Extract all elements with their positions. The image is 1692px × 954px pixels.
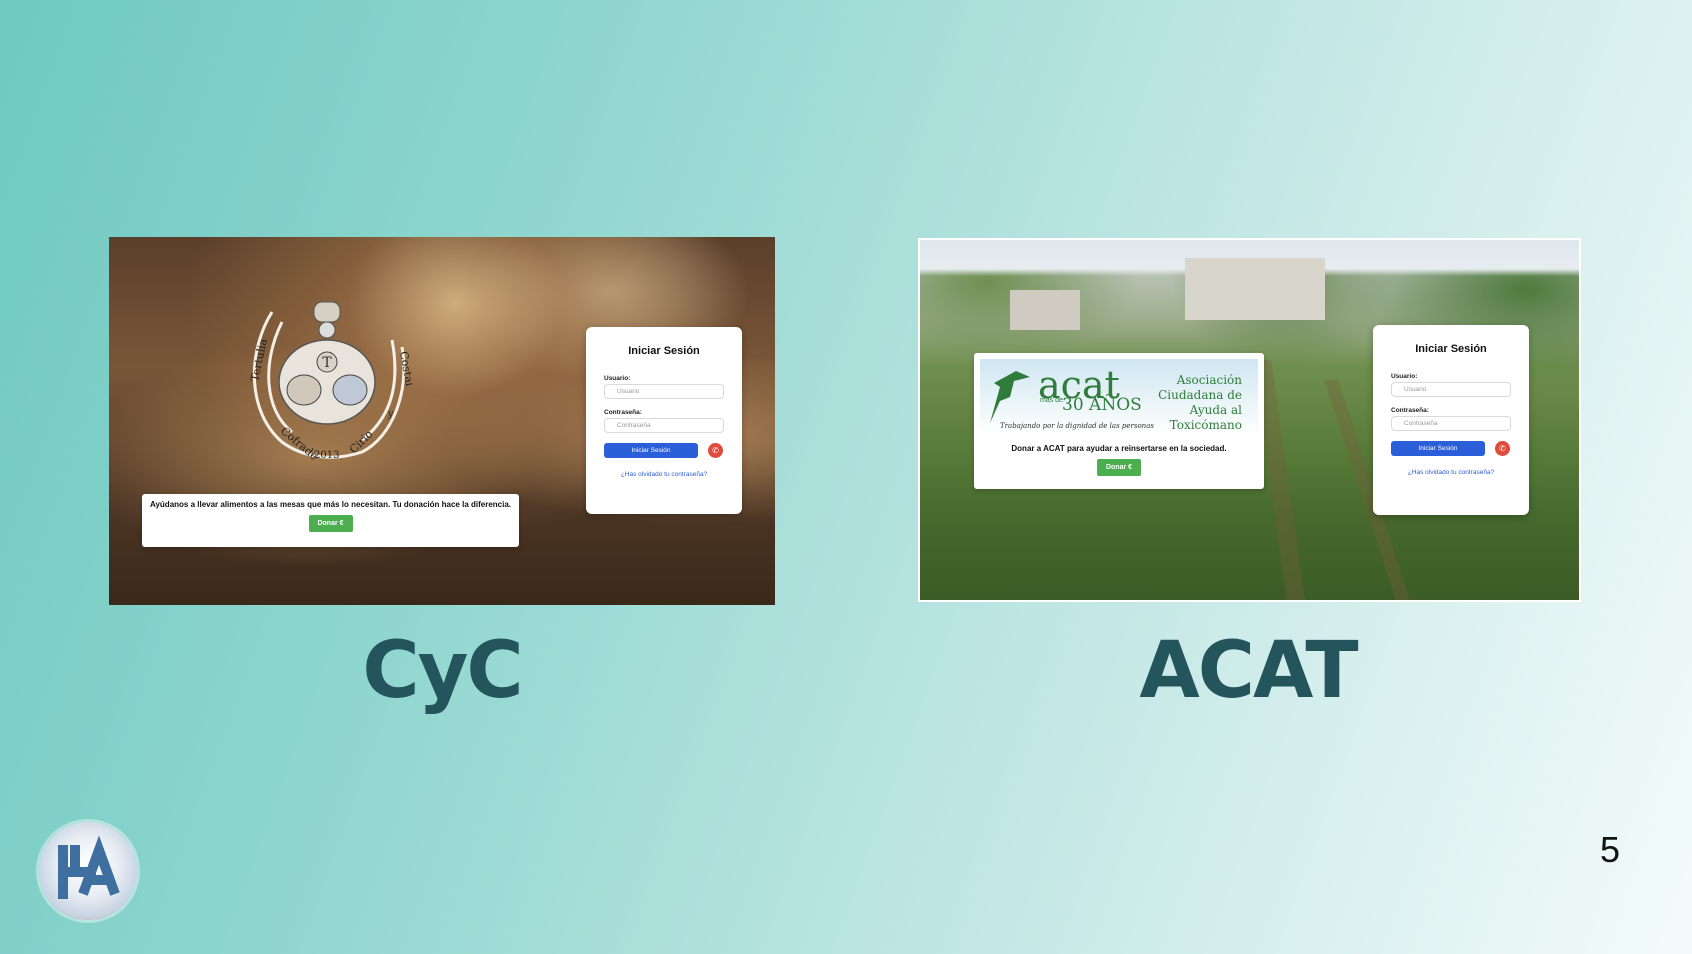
cyc-donate-card: Ayúdanos a llevar alimentos a las mesas … <box>142 494 519 547</box>
slide: T Tertulia Cofrade 2013 Cirio y Costal I… <box>0 0 1692 954</box>
acat-more-than: más de <box>1040 397 1063 404</box>
acat-login-card: Iniciar Sesión Usuario: Usuario Contrase… <box>1373 325 1529 515</box>
phone-icon[interactable]: ✆ <box>1495 441 1510 456</box>
crest-text-tertulia: Tertulia <box>248 337 270 383</box>
org-line: Ayuda al <box>1189 403 1242 417</box>
acat-screenshot: acat más de 30 AÑOS Asociación Ciudadana… <box>918 238 1581 602</box>
forgot-password-link[interactable]: ¿Has olvidado tu contraseña? <box>1391 469 1511 476</box>
password-label: Contraseña: <box>1391 407 1429 414</box>
crest-text-year: 2013 <box>314 450 339 461</box>
username-input[interactable]: Usuario <box>604 384 724 399</box>
org-line: Asociación <box>1176 373 1242 387</box>
donate-text: Donar a ACAT para ayudar a reinsertarse … <box>1011 444 1227 453</box>
password-input[interactable]: Contraseña <box>604 418 724 433</box>
background-building <box>1185 258 1325 320</box>
org-line: Ciudadana de <box>1158 388 1242 402</box>
acat-organization: Asociación Ciudadana de Ayuda al Toxicóm… <box>1158 373 1242 433</box>
ha-logo <box>39 822 137 920</box>
acat-motto: Trabajando por la dignidad de las person… <box>1000 422 1154 430</box>
acat-donate-card: acat más de 30 AÑOS Asociación Ciudadana… <box>974 353 1264 489</box>
background-shed <box>1010 290 1080 330</box>
login-button[interactable]: Iniciar Sesión <box>604 443 698 458</box>
cyc-login-card: Iniciar Sesión Usuario: Usuario Contrase… <box>586 327 742 514</box>
password-input[interactable]: Contraseña <box>1391 416 1511 431</box>
login-title: Iniciar Sesión <box>1415 343 1487 355</box>
phone-icon[interactable]: ✆ <box>708 443 723 458</box>
donate-button[interactable]: Donar € <box>308 515 353 532</box>
acat-caption: ACAT <box>1139 626 1358 716</box>
cyc-crest-logo: T Tertulia Cofrade 2013 Cirio y Costal <box>248 301 412 463</box>
org-line: Toxicómano <box>1169 418 1242 432</box>
login-button[interactable]: Iniciar Sesión <box>1391 441 1485 456</box>
username-label: Usuario: <box>1391 373 1418 380</box>
username-input[interactable]: Usuario <box>1391 382 1511 397</box>
page-number: 5 <box>1600 829 1621 870</box>
cyc-caption: CyC <box>362 626 523 716</box>
svg-text:T: T <box>322 355 332 371</box>
donate-text: Ayúdanos a llevar alimentos a las mesas … <box>149 500 512 509</box>
acat-years: 30 AÑOS <box>1062 395 1142 415</box>
login-title: Iniciar Sesión <box>628 345 700 357</box>
crest-text-y: y <box>387 409 394 420</box>
acat-banner: acat más de 30 AÑOS Asociación Ciudadana… <box>980 359 1258 436</box>
crest-text-costal: Costal <box>397 350 412 387</box>
username-label: Usuario: <box>604 375 631 382</box>
cyc-screenshot: T Tertulia Cofrade 2013 Cirio y Costal I… <box>109 237 775 605</box>
password-label: Contraseña: <box>604 409 642 416</box>
forgot-password-link[interactable]: ¿Has olvidado tu contraseña? <box>604 471 724 478</box>
donate-button[interactable]: Donar € <box>1097 459 1141 476</box>
acat-bird-logo <box>990 371 1030 423</box>
